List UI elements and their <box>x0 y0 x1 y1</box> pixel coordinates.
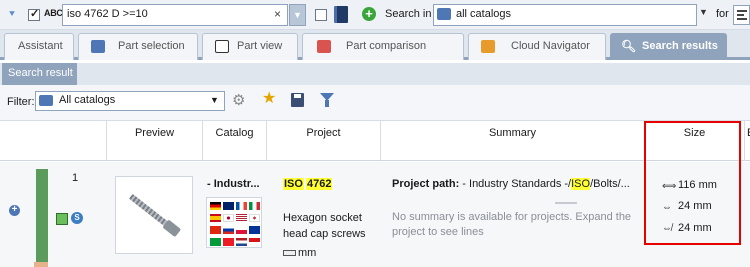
flag-icon <box>236 214 247 222</box>
bolt-image <box>128 192 185 239</box>
main-tabbar: Assistant Part selection Part view Part … <box>0 30 750 60</box>
tab-search-results[interactable]: 🔍︎ Search results <box>610 33 727 60</box>
ruler-icon <box>283 250 296 256</box>
catalog-scope-select[interactable]: all catalogs <box>433 4 697 26</box>
text-search-checkbox[interactable] <box>28 7 40 21</box>
chevron-down-icon[interactable]: ▼ <box>210 95 219 105</box>
summary-divider <box>555 202 577 204</box>
tab-label: Part view <box>237 40 283 52</box>
chevron-down-icon[interactable]: ▼ <box>699 7 708 17</box>
flag-icon <box>210 214 221 222</box>
project-iso-label[interactable]: ISO <box>283 178 304 190</box>
flag-icon <box>249 214 260 222</box>
language-flags <box>206 197 262 248</box>
flag-icon <box>210 202 221 210</box>
column-extra[interactable]: E <box>744 121 750 161</box>
catalog-book-icon <box>334 6 348 23</box>
catalog-icon <box>437 8 451 20</box>
results-table-header: Preview Catalog Project Summary Size E <box>0 121 750 161</box>
column-project[interactable]: Project <box>266 121 380 161</box>
favorite-star-icon[interactable]: ★ <box>262 91 276 107</box>
tab-search-result[interactable]: Search result <box>2 63 77 85</box>
filter-label: Filter: <box>7 96 35 108</box>
status-bar <box>36 169 48 265</box>
flag-icon <box>236 238 247 246</box>
project-number-label[interactable]: 4762 <box>306 178 333 190</box>
project-title: Hexagon socket head cap screws <box>283 212 366 240</box>
add-criteria-icon[interactable]: + <box>362 7 376 21</box>
cube-outline-icon <box>215 40 229 53</box>
3d-cube-icon <box>56 213 68 225</box>
search-history-dropdown[interactable]: ▼ <box>289 4 306 26</box>
tab-part-comparison[interactable]: Part comparison <box>302 33 464 60</box>
flag-icon <box>236 226 247 234</box>
column-catalog[interactable]: Catalog <box>202 121 266 161</box>
save-filter-icon[interactable] <box>291 93 304 107</box>
flag-icon <box>249 202 260 210</box>
project-path-pre: - Industry Standards -/ <box>459 178 572 190</box>
part-selection-icon <box>91 40 105 53</box>
search-options-icon[interactable] <box>733 5 750 25</box>
collapse-chevron-icon[interactable]: ⯆ <box>8 9 20 21</box>
flag-icon <box>223 226 234 234</box>
tab-label: Part comparison <box>346 40 427 52</box>
tab-label: Assistant <box>18 40 63 52</box>
cloud-navigator-icon <box>481 40 495 53</box>
project-path-highlight: ISO <box>571 178 591 190</box>
tab-part-selection[interactable]: Part selection <box>78 33 198 60</box>
tab-part-view[interactable]: Part view <box>202 33 298 60</box>
search-input[interactable]: iso 4762 D >=10 <box>62 4 288 26</box>
clear-search-icon[interactable]: × <box>274 7 281 21</box>
size-highlight-box <box>644 121 741 245</box>
part-comparison-icon <box>317 40 331 53</box>
search-in-label: Search in <box>385 8 432 20</box>
tab-label: Search results <box>642 40 718 52</box>
next-row-indicator <box>34 262 48 267</box>
row-number: 1 <box>72 172 79 184</box>
funnel-icon[interactable] <box>320 93 334 107</box>
flag-icon <box>210 238 221 246</box>
tab-label: Part selection <box>118 40 185 52</box>
catalog-search-checkbox[interactable] <box>315 9 327 21</box>
flag-icon <box>210 226 221 234</box>
flag-icon <box>223 238 234 246</box>
flag-icon <box>223 214 234 222</box>
column-preview[interactable]: Preview <box>106 121 202 161</box>
abc-label: ABC <box>44 8 63 18</box>
project-path-post: /Bolts/... <box>590 178 630 190</box>
flag-icon <box>249 226 260 234</box>
flag-icon <box>249 238 260 246</box>
for-label: for <box>716 8 729 20</box>
flag-icon <box>223 202 234 210</box>
column-summary[interactable]: Summary <box>380 121 644 161</box>
summary-note: No summary is available for projects. Ex… <box>392 211 632 238</box>
result-subtabbar: Search result <box>0 63 750 85</box>
summary-project-path: Project path: - Industry Standards -/ISO… <box>392 178 630 190</box>
catalog-name: - Industr... <box>207 178 260 190</box>
project-path-label: Project path: <box>392 178 460 190</box>
search-icon: 🔍︎ <box>621 39 637 53</box>
filter-row: Filter: All catalogs ▼ ⚙ ★ <box>0 85 750 121</box>
catalog-icon <box>39 95 53 106</box>
part-preview-image[interactable] <box>115 176 193 254</box>
gear-icon[interactable]: ⚙ <box>232 93 248 109</box>
search-toolbar: ⯆ ABC iso 4762 D >=10 × ▼ + Search in al… <box>0 0 750 30</box>
tab-label: Cloud Navigator <box>511 40 590 52</box>
standard-s-icon: S <box>71 212 83 224</box>
tab-assistant[interactable]: Assistant <box>4 33 74 60</box>
tab-cloud-navigator[interactable]: Cloud Navigator <box>468 33 606 60</box>
expand-row-icon[interactable]: + <box>9 205 20 216</box>
filter-select[interactable]: All catalogs <box>35 91 225 111</box>
unit-label: mm <box>298 247 317 259</box>
flag-icon <box>236 202 247 210</box>
